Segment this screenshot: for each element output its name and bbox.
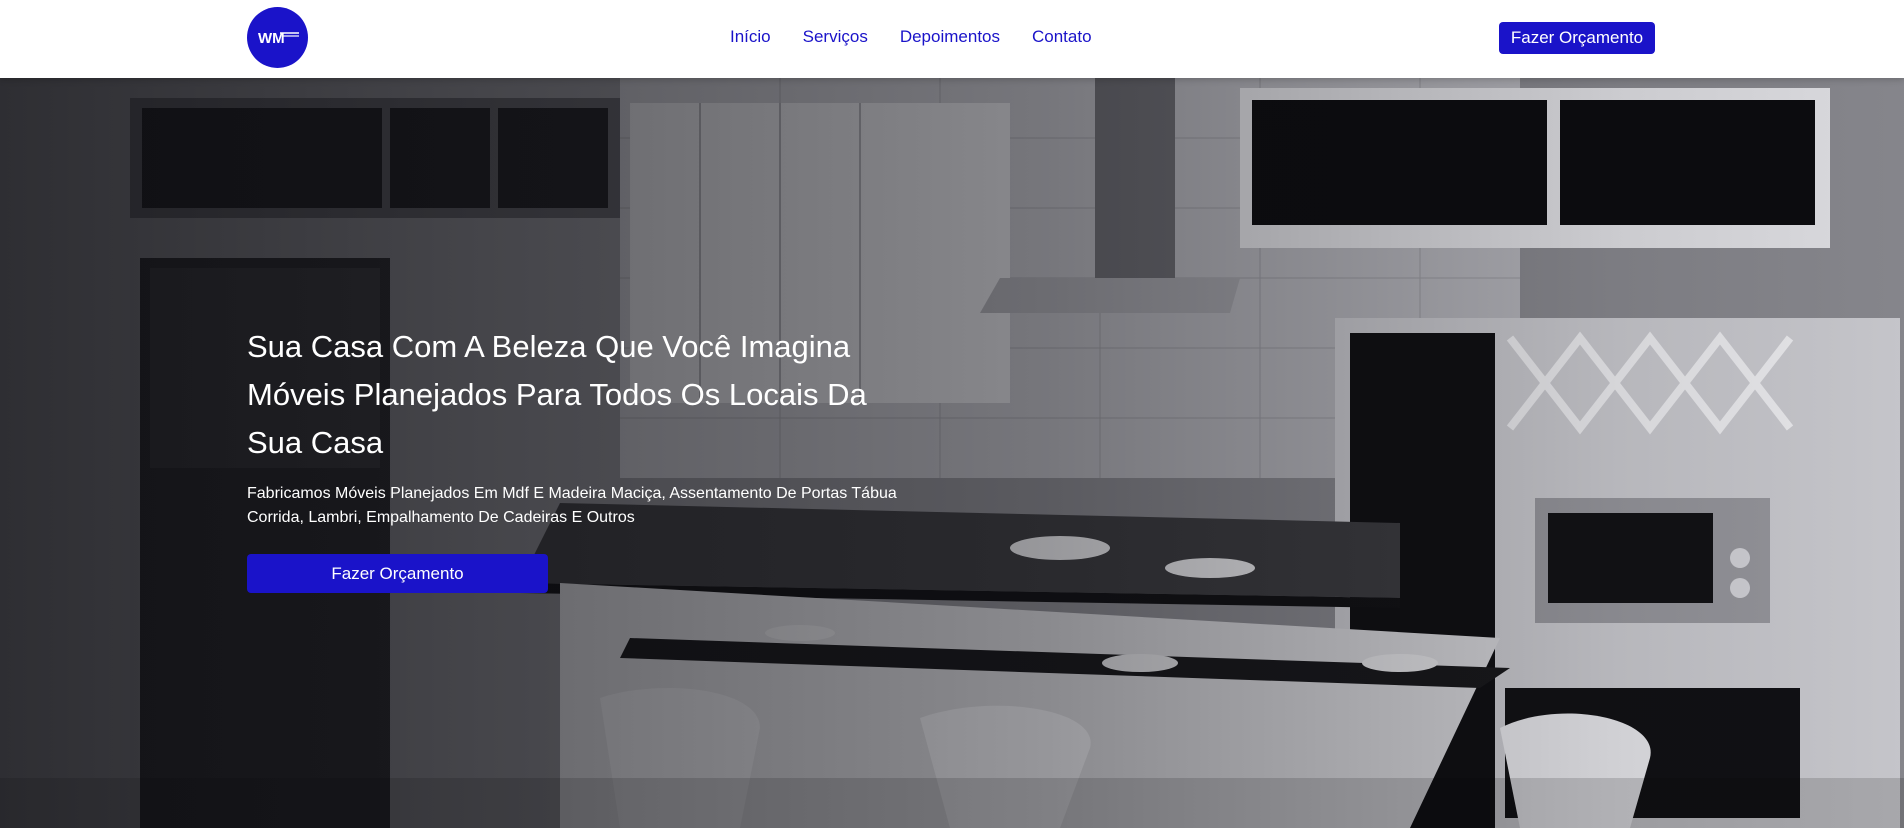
hero-quote-button[interactable]: Fazer Orçamento <box>247 554 548 593</box>
hero-title-line: Sua Casa <box>247 425 384 460</box>
nav-link-inicio[interactable]: Início <box>730 27 771 47</box>
logo-icon: WM <box>258 30 299 47</box>
logo[interactable]: WM <box>247 7 308 68</box>
nav-link-depoimentos[interactable]: Depoimentos <box>900 27 1000 47</box>
main-nav: Início Serviços Depoimentos Contato <box>730 27 1092 47</box>
hero-title: Sua Casa Com A Beleza Que Você Imagina M… <box>247 323 927 467</box>
navbar: WM Início Serviços Depoimentos Contato F… <box>0 0 1904 78</box>
hero-section: Sua Casa Com A Beleza Que Você Imagina M… <box>0 78 1904 828</box>
nav-link-contato[interactable]: Contato <box>1032 27 1092 47</box>
hero-title-line: Móveis Planejados Para Todos Os Locais D… <box>247 377 867 412</box>
hero-subtitle: Fabricamos Móveis Planejados Em Mdf E Ma… <box>247 485 897 526</box>
hero-title-line: Sua Casa Com A Beleza Que Você Imagina <box>247 329 851 364</box>
header-quote-button[interactable]: Fazer Orçamento <box>1499 22 1655 54</box>
nav-link-servicos[interactable]: Serviços <box>803 27 868 47</box>
